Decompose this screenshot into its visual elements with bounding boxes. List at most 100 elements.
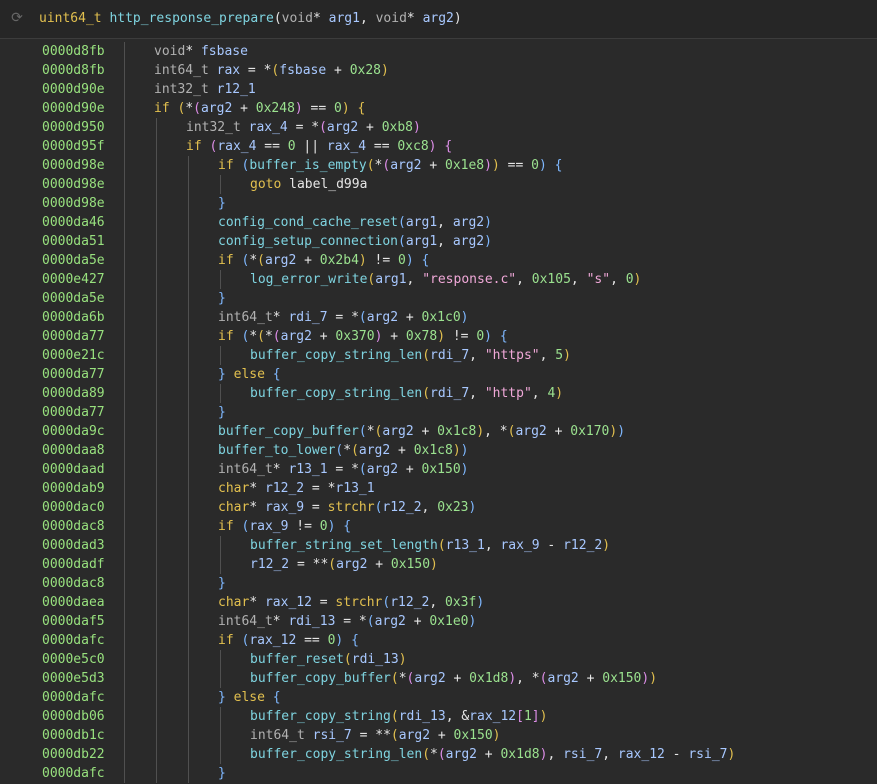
code-token[interactable]: ): [430, 557, 438, 572]
code-token[interactable]: ==: [256, 139, 287, 154]
code-token[interactable]: 0xb8: [382, 120, 413, 135]
line-code[interactable]: if (rax_4 == 0 || rax_4 == 0xc8) {: [186, 137, 452, 156]
code-token[interactable]: 0x2b4: [320, 253, 359, 268]
code-token[interactable]: = **: [289, 557, 328, 572]
code-token[interactable]: 0x28: [350, 63, 381, 78]
code-token[interactable]: (: [274, 11, 282, 26]
line-address[interactable]: 0000da77: [42, 327, 105, 346]
line-address[interactable]: 0000dac0: [42, 498, 105, 517]
code-token[interactable]: {: [500, 329, 508, 344]
code-line[interactable]: 0000dadf r12_2 = **(arg2 + 0x150): [0, 555, 877, 574]
code-token[interactable]: else: [234, 690, 265, 705]
code-token[interactable]: log_error_write: [250, 272, 367, 287]
code-token[interactable]: buffer_copy_string_len: [250, 747, 422, 762]
code-token[interactable]: int64_t: [218, 310, 273, 325]
code-token[interactable]: rax_4: [217, 139, 256, 154]
code-token[interactable]: arg2: [547, 671, 578, 686]
code-line[interactable]: 0000dafc} else {: [0, 688, 877, 707]
line-address[interactable]: 0000db22: [42, 745, 105, 764]
line-address[interactable]: 0000dac8: [42, 574, 105, 593]
code-token[interactable]: (: [257, 329, 265, 344]
code-line[interactable]: 0000dac0 char* rax_9 = strchr(r12_2, 0x23…: [0, 498, 877, 517]
code-token[interactable]: 0x150: [422, 462, 461, 477]
code-token[interactable]: void: [282, 11, 313, 26]
code-token[interactable]: ): [429, 139, 437, 154]
code-token[interactable]: ): [540, 709, 548, 724]
line-code[interactable]: if (*(*(arg2 + 0x370) + 0x78) != 0) {: [218, 327, 508, 346]
code-token[interactable]: ): [617, 424, 625, 439]
code-token[interactable]: arg2: [359, 443, 390, 458]
code-token[interactable]: 0x78: [406, 329, 437, 344]
code-token[interactable]: {: [422, 253, 430, 268]
code-line[interactable]: 0000dafc if (rax_12 == 0) {: [0, 631, 877, 650]
code-token[interactable]: }: [218, 766, 226, 781]
code-line[interactable]: 0000da89 buffer_copy_string_len(rdi_7, "h…: [0, 384, 877, 403]
code-token[interactable]: "http": [485, 386, 532, 401]
code-token[interactable]: *: [273, 462, 289, 477]
code-token[interactable]: = *: [328, 462, 359, 477]
code-token[interactable]: ==: [303, 101, 334, 116]
code-token[interactable]: 0xc8: [397, 139, 428, 154]
line-code[interactable]: buffer_string_set_length(r13_1, rax_9 - …: [250, 536, 610, 555]
code-token[interactable]: (: [367, 158, 375, 173]
line-address[interactable]: 0000d90e: [42, 99, 105, 118]
code-token[interactable]: }: [218, 196, 226, 211]
code-token[interactable]: 1: [524, 709, 532, 724]
code-token[interactable]: ): [493, 728, 501, 743]
code-token[interactable]: rax_12: [249, 633, 296, 648]
code-token[interactable]: !=: [445, 329, 476, 344]
code-token[interactable]: fsbase: [279, 63, 326, 78]
code-token[interactable]: ): [453, 443, 461, 458]
code-token[interactable]: (: [319, 120, 327, 135]
code-token[interactable]: ): [359, 253, 367, 268]
code-token[interactable]: [492, 329, 500, 344]
code-token[interactable]: ): [437, 329, 445, 344]
code-token[interactable]: 0: [626, 272, 634, 287]
code-token[interactable]: +: [422, 158, 445, 173]
code-token[interactable]: r13_1: [288, 462, 327, 477]
code-token[interactable]: r12_2: [265, 481, 304, 496]
line-address[interactable]: 0000db1c: [42, 726, 105, 745]
code-token[interactable]: ,: [407, 272, 423, 287]
line-code[interactable]: char* r12_2 = *r13_1: [218, 479, 375, 498]
code-token[interactable]: ,: [547, 747, 563, 762]
line-code[interactable]: char* rax_9 = strchr(r12_2, 0x23): [218, 498, 476, 517]
line-code[interactable]: if (*(arg2 + 0x248) == 0) {: [154, 99, 365, 118]
code-token[interactable]: rdi_7: [288, 310, 327, 325]
code-token[interactable]: (: [391, 709, 399, 724]
code-token[interactable]: +: [326, 63, 349, 78]
code-token[interactable]: arg1: [375, 272, 406, 287]
code-token[interactable]: , *: [516, 671, 539, 686]
code-token[interactable]: +: [446, 671, 469, 686]
line-address[interactable]: 0000daf5: [42, 612, 105, 631]
line-address[interactable]: 0000e5d3: [42, 669, 105, 688]
code-token[interactable]: arg2: [446, 747, 477, 762]
code-token[interactable]: [209, 82, 217, 97]
code-line[interactable]: 0000db1c int64_t rsi_7 = **(arg2 + 0x150): [0, 726, 877, 745]
code-token[interactable]: rax_4: [249, 120, 288, 135]
code-token[interactable]: +: [398, 310, 421, 325]
line-address[interactable]: 0000da51: [42, 232, 105, 251]
code-token[interactable]: +: [367, 557, 390, 572]
code-token[interactable]: -: [665, 747, 688, 762]
code-token[interactable]: +: [296, 253, 319, 268]
code-token[interactable]: [343, 633, 351, 648]
code-token[interactable]: +: [430, 728, 453, 743]
code-token[interactable]: ): [413, 120, 421, 135]
code-token[interactable]: *: [313, 11, 329, 26]
code-line[interactable]: 0000d98e if (buffer_is_empty(*(arg2 + 0x1…: [0, 156, 877, 175]
code-token[interactable]: = *: [240, 63, 272, 78]
code-token[interactable]: *: [249, 500, 265, 515]
code-line[interactable]: 0000da77}: [0, 403, 877, 422]
line-address[interactable]: 0000d8fb: [42, 42, 105, 61]
code-token[interactable]: -: [540, 538, 563, 553]
code-token[interactable]: = *: [335, 614, 367, 629]
code-token[interactable]: *: [185, 101, 193, 116]
code-token[interactable]: [547, 158, 555, 173]
code-token[interactable]: {: [444, 139, 452, 154]
code-token[interactable]: arg1: [329, 11, 360, 26]
line-code[interactable]: }: [218, 194, 226, 213]
code-token[interactable]: rax_9: [249, 519, 288, 534]
code-token[interactable]: 0: [476, 329, 484, 344]
code-token[interactable]: ,: [437, 234, 453, 249]
